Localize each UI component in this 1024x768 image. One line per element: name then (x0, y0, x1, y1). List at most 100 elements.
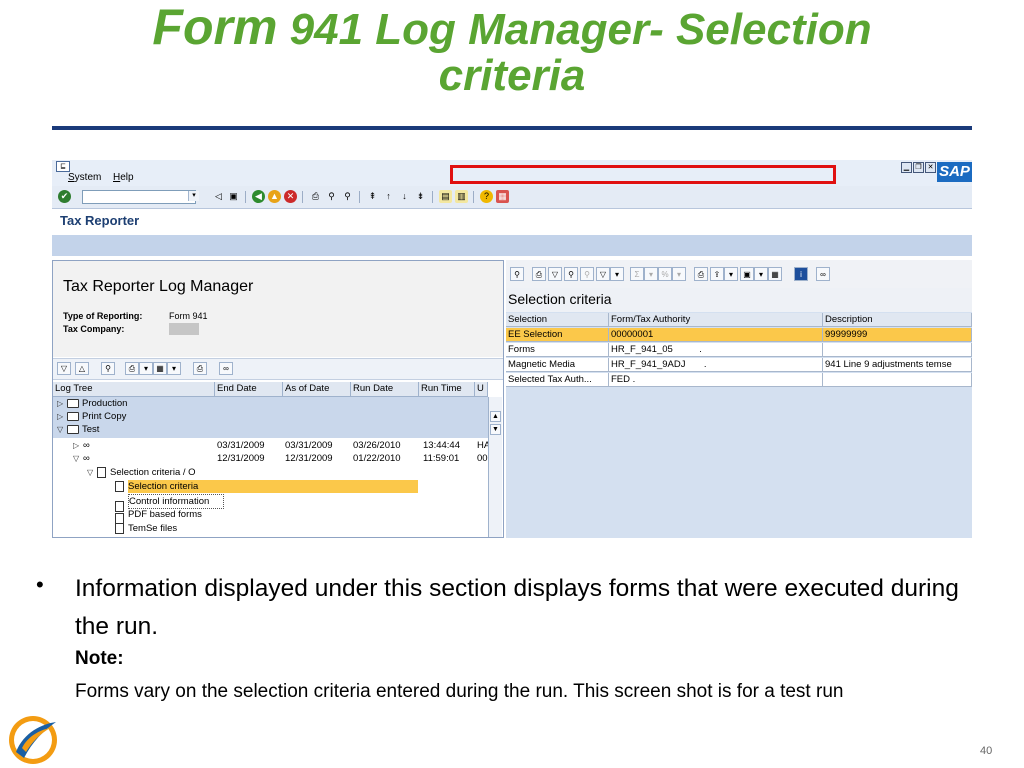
glasses-icon[interactable]: ∞ (816, 267, 830, 281)
cell-description: 99999999 (823, 328, 972, 342)
column-run-date[interactable]: Run Date (351, 382, 419, 396)
column-form-tax-authority[interactable]: Form/Tax Authority (609, 313, 823, 327)
bullet-text: Information displayed under this section… (75, 575, 959, 640)
tree-child-control-information[interactable]: Control information (115, 494, 224, 512)
print-icon[interactable]: ⎙ (532, 267, 546, 281)
find-icon[interactable]: ⚲ (564, 267, 578, 281)
bullet-icon: • (36, 572, 44, 597)
sum-icon[interactable]: Σ (630, 267, 644, 281)
table-row[interactable]: EE Selection 00000001 99999999 (506, 328, 972, 342)
tree-child-selection-criteria[interactable]: Selection criteria (115, 480, 418, 493)
log-manager-title: Tax Reporter Log Manager (63, 278, 254, 295)
print-preview-icon[interactable]: ⎙ (694, 267, 708, 281)
filter-dropdown-icon[interactable]: ▾ (610, 267, 624, 281)
filter-icon[interactable]: ▽ (548, 267, 562, 281)
menu-system[interactable]: System (68, 172, 101, 183)
tree-scrollbar[interactable]: ▲ ▼ (488, 397, 502, 537)
column-end-date[interactable]: End Date (215, 382, 283, 396)
column-u[interactable]: U (475, 382, 488, 396)
subtotal-dropdown-icon[interactable]: ▾ (672, 267, 686, 281)
grid-header-row: Selection Form/Tax Authority Description (506, 313, 972, 327)
print-icon[interactable]: ⎙ (309, 190, 322, 203)
find-icon[interactable]: ⚲ (101, 362, 115, 375)
tree-node-selection-criteria-output[interactable]: ▽ Selection criteria / O (87, 466, 196, 479)
cell-authority: FED . (609, 373, 823, 387)
tax-company-value (169, 323, 199, 335)
export-dropdown-icon[interactable]: ▾ (724, 267, 738, 281)
views-icon[interactable]: ▣ (740, 267, 754, 281)
scroll-up-icon[interactable]: ▲ (490, 411, 501, 422)
enter-check-icon[interactable]: ✔ (58, 190, 71, 203)
layout-icon[interactable]: ▦ (153, 362, 167, 375)
layout-icon[interactable]: ▦ (768, 267, 782, 281)
scroll-down-icon[interactable]: ▼ (490, 424, 501, 435)
expand-icon[interactable]: ▽ (57, 362, 71, 375)
views-dropdown-icon[interactable]: ▾ (754, 267, 768, 281)
export-icon[interactable]: ⇪ (710, 267, 724, 281)
save-icon[interactable]: ▣ (227, 190, 240, 203)
tree-node-print-copy[interactable]: ▷ Print Copy (57, 410, 126, 423)
last-page-icon[interactable]: ⇟ (414, 190, 427, 203)
close-icon[interactable]: ✕ (925, 162, 936, 173)
glasses-icon: ∞ (83, 440, 90, 451)
tree-node-run-2[interactable]: ▽ ∞ (73, 452, 90, 465)
tree-column-header: Log Tree End Date As of Date Run Date Ru… (53, 382, 488, 397)
collapse-icon[interactable]: △ (75, 362, 89, 375)
command-dropdown-icon[interactable]: ▾ (188, 191, 199, 201)
print-preview-icon[interactable]: ⎙ (193, 362, 207, 375)
command-field[interactable] (82, 190, 196, 204)
sap-logo: SAP (937, 162, 972, 182)
app-title: Tax Reporter (60, 213, 140, 228)
left-arrow-icon[interactable]: ◁ (212, 190, 225, 203)
column-selection[interactable]: Selection (506, 313, 609, 327)
log-manager-header: Tax Reporter Log Manager Type of Reporti… (53, 261, 503, 357)
cancel-icon[interactable]: ✕ (284, 190, 297, 203)
table-row[interactable]: Forms HR_F_941_05 . (506, 343, 972, 357)
next-page-icon[interactable]: ↓ (398, 190, 411, 203)
info-icon[interactable]: i (794, 267, 808, 281)
note-label: Note: (75, 648, 124, 669)
column-description[interactable]: Description (823, 313, 972, 327)
tree-child-pdf-forms[interactable]: PDF based forms (115, 508, 224, 524)
cell-authority: 00000001 (609, 328, 823, 342)
minimize-icon[interactable]: ▁ (901, 162, 912, 173)
tree-node-production[interactable]: ▷ Production (57, 397, 127, 410)
shortcut-icon[interactable]: ▥ (455, 190, 468, 203)
layout-menu-icon[interactable]: ▦ (496, 190, 509, 203)
page-number: 40 (980, 745, 993, 757)
cell-description: 941 Line 9 adjustments temse (823, 358, 972, 372)
previous-page-icon[interactable]: ↑ (382, 190, 395, 203)
create-session-icon[interactable]: ▤ (439, 190, 452, 203)
grid-title: Selection criteria (508, 291, 612, 307)
table-row[interactable]: Selected Tax Auth... FED . (506, 373, 972, 387)
set-filter-icon[interactable]: ▽ (596, 267, 610, 281)
type-of-reporting-value: Form 941 (169, 311, 208, 321)
title-line2: criteria (438, 51, 586, 100)
column-as-of-date[interactable]: As of Date (283, 382, 351, 396)
print-dropdown-icon[interactable]: ▾ (139, 362, 153, 375)
column-log-tree[interactable]: Log Tree (53, 382, 215, 396)
help-icon[interactable]: ? (480, 190, 493, 203)
exit-icon[interactable]: ▲ (268, 190, 281, 203)
column-run-time[interactable]: Run Time (419, 382, 475, 396)
table-row[interactable]: Magnetic Media HR_F_941_9ADJ . 941 Line … (506, 358, 972, 372)
run1-as-of-date: 03/31/2009 (285, 440, 333, 451)
window-menu-icon[interactable]: ⊑ (56, 161, 70, 172)
menu-help[interactable]: Help (113, 172, 134, 183)
details-icon[interactable]: ⚲ (510, 267, 524, 281)
find-next-icon[interactable]: ⚲ (580, 267, 594, 281)
tree-node-run-1[interactable]: ▷ ∞ (73, 439, 90, 452)
restore-icon[interactable]: ❐ (913, 162, 924, 173)
glasses-icon[interactable]: ∞ (219, 362, 233, 375)
find-next-icon[interactable]: ⚲ (341, 190, 354, 203)
layout-dropdown-icon[interactable]: ▾ (167, 362, 181, 375)
back-icon[interactable]: ◀ (252, 190, 265, 203)
print-icon[interactable]: ⎙ (125, 362, 139, 375)
tree-child-temse-files[interactable]: TemSe files (115, 522, 177, 535)
sum-dropdown-icon[interactable]: ▾ (644, 267, 658, 281)
first-page-icon[interactable]: ⇞ (366, 190, 379, 203)
tree-node-test[interactable]: ▽ Test (57, 423, 99, 436)
tree-body: ▷ Production ▷ Print Copy ▽ Test ▷ ∞ 03/31/2… (53, 397, 488, 538)
find-icon[interactable]: ⚲ (325, 190, 338, 203)
subtotal-icon[interactable]: % (658, 267, 672, 281)
